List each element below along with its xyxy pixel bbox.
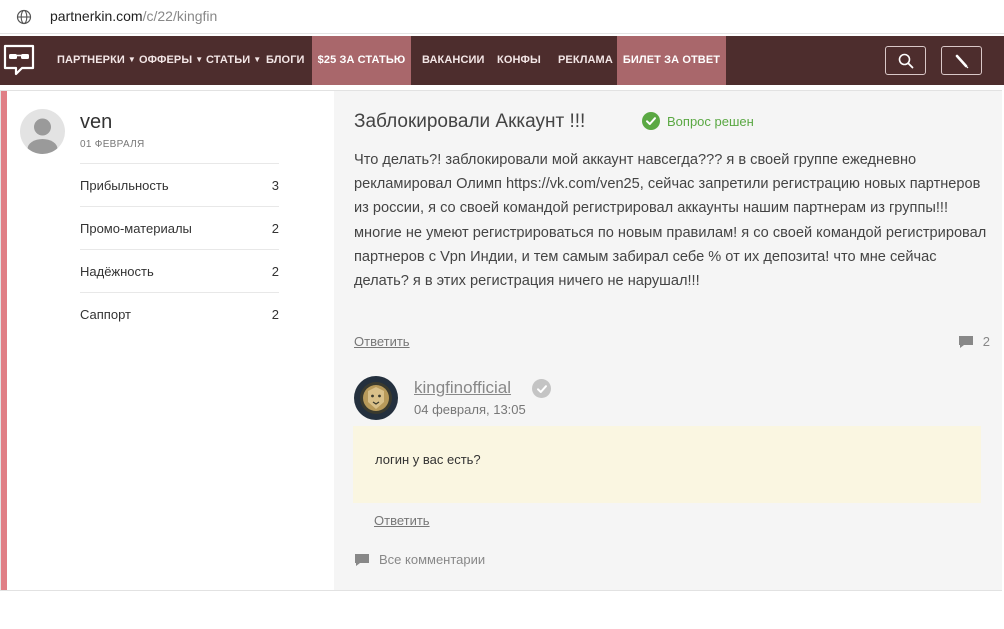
search-button[interactable] bbox=[885, 46, 926, 75]
rating-value: 3 bbox=[271, 178, 279, 193]
nav-label: ПАРТНЕРКИ bbox=[57, 54, 125, 66]
url-text[interactable]: partnerkin.com/c/22/kingfin bbox=[50, 8, 217, 24]
check-circle-icon bbox=[642, 112, 660, 130]
pen-icon bbox=[955, 54, 968, 68]
rating-label: Промо-материалы bbox=[80, 221, 192, 236]
search-icon bbox=[898, 53, 913, 68]
nav-label: ОФФЕРЫ bbox=[139, 54, 193, 66]
rating-row: Саппорт 2 bbox=[80, 292, 279, 335]
site-logo[interactable] bbox=[0, 36, 38, 85]
verified-icon bbox=[532, 379, 551, 398]
author-date: 01 ФЕВРАЛЯ bbox=[80, 139, 145, 150]
nav-conferences[interactable]: КОНФЫ bbox=[497, 36, 541, 85]
answer-author-name[interactable]: kingfinofficial bbox=[414, 378, 511, 398]
nav-articles[interactable]: СТАТЬИ ▼ bbox=[206, 36, 261, 85]
comment-count[interactable]: 2 bbox=[958, 334, 990, 349]
nav-label: ВАКАНСИИ bbox=[422, 54, 485, 66]
solved-badge: Вопрос решен bbox=[642, 112, 754, 130]
answer-author-avatar[interactable] bbox=[354, 376, 398, 420]
nav-25-for-article[interactable]: $25 ЗА СТАТЬЮ bbox=[312, 36, 411, 85]
nav-label: РЕКЛАМА bbox=[558, 54, 613, 66]
rating-row: Надёжность 2 bbox=[80, 249, 279, 292]
nav-label: БЛОГИ bbox=[266, 54, 305, 66]
nav-label: СТАТЬИ bbox=[206, 54, 251, 66]
answer-text: логин у вас есть? bbox=[375, 452, 481, 467]
url-path: /c/22/kingfin bbox=[142, 8, 218, 24]
rating-row: Промо-материалы 2 bbox=[80, 206, 279, 249]
nav-partnerki[interactable]: ПАРТНЕРКИ ▼ bbox=[57, 36, 136, 85]
caret-down-icon: ▼ bbox=[127, 55, 136, 64]
all-comments-label: Все комментарии bbox=[379, 552, 486, 567]
solved-label: Вопрос решен bbox=[667, 113, 754, 129]
rating-label: Надёжность bbox=[80, 264, 154, 279]
nav-label: БИЛЕТ ЗА ОТВЕТ bbox=[622, 54, 721, 66]
question-title[interactable]: Заблокировали Аккаунт !!! bbox=[354, 111, 585, 133]
comment-bubble-icon bbox=[355, 553, 369, 566]
nav-vacancies[interactable]: ВАКАНСИИ bbox=[422, 36, 485, 85]
nav-advertising[interactable]: РЕКЛАМА bbox=[558, 36, 613, 85]
question-card: ven 01 ФЕВРАЛЯ Прибыльность 3 Промо-мате… bbox=[0, 90, 1002, 591]
comment-count-value: 2 bbox=[982, 334, 990, 349]
browser-url-bar[interactable]: partnerkin.com/c/22/kingfin bbox=[0, 0, 1004, 34]
answer-box: логин у вас есть? bbox=[353, 426, 981, 503]
rating-label: Прибыльность bbox=[80, 178, 169, 193]
caret-down-icon: ▼ bbox=[195, 55, 204, 64]
question-body: Что делать?! заблокировали мой аккаунт н… bbox=[354, 152, 987, 290]
globe-icon bbox=[16, 9, 32, 25]
nav-blogs[interactable]: БЛОГИ bbox=[266, 36, 305, 85]
reply-link[interactable]: Ответить bbox=[354, 334, 410, 349]
question-content: Заблокировали Аккаунт !!! Вопрос решен Ч… bbox=[334, 91, 1002, 590]
nav-ticket-for-answer[interactable]: БИЛЕТ ЗА ОТВЕТ bbox=[617, 36, 726, 85]
author-name[interactable]: ven bbox=[80, 111, 112, 134]
comment-bubble-icon bbox=[958, 335, 973, 348]
nav-offers[interactable]: ОФФЕРЫ ▼ bbox=[139, 36, 203, 85]
nav-label: $25 ЗА СТАТЬЮ bbox=[317, 54, 406, 66]
url-host: partnerkin.com bbox=[50, 8, 143, 24]
rating-row: Прибыльность 3 bbox=[80, 163, 279, 206]
author-panel: ven 01 ФЕВРАЛЯ Прибыльность 3 Промо-мате… bbox=[7, 91, 334, 590]
answer-date: 04 февраля, 13:05 bbox=[414, 402, 526, 417]
write-button[interactable] bbox=[941, 46, 982, 75]
rating-label: Саппорт bbox=[80, 307, 131, 322]
rating-value: 2 bbox=[271, 307, 279, 322]
avatar[interactable] bbox=[20, 109, 65, 154]
nav-label: КОНФЫ bbox=[497, 54, 541, 66]
site-nav: ПАРТНЕРКИ ▼ ОФФЕРЫ ▼ СТАТЬИ ▼ БЛОГИ $25 ЗА … bbox=[0, 36, 1004, 85]
answer-reply-link[interactable]: Ответить bbox=[374, 513, 430, 528]
lion-logo-icon bbox=[360, 382, 392, 414]
user-silhouette-icon bbox=[27, 118, 58, 154]
caret-down-icon: ▼ bbox=[253, 55, 262, 64]
rating-value: 2 bbox=[271, 264, 279, 279]
rating-value: 2 bbox=[271, 221, 279, 236]
logo-icon bbox=[3, 44, 35, 75]
all-comments-link[interactable]: Все комментарии bbox=[354, 552, 485, 567]
